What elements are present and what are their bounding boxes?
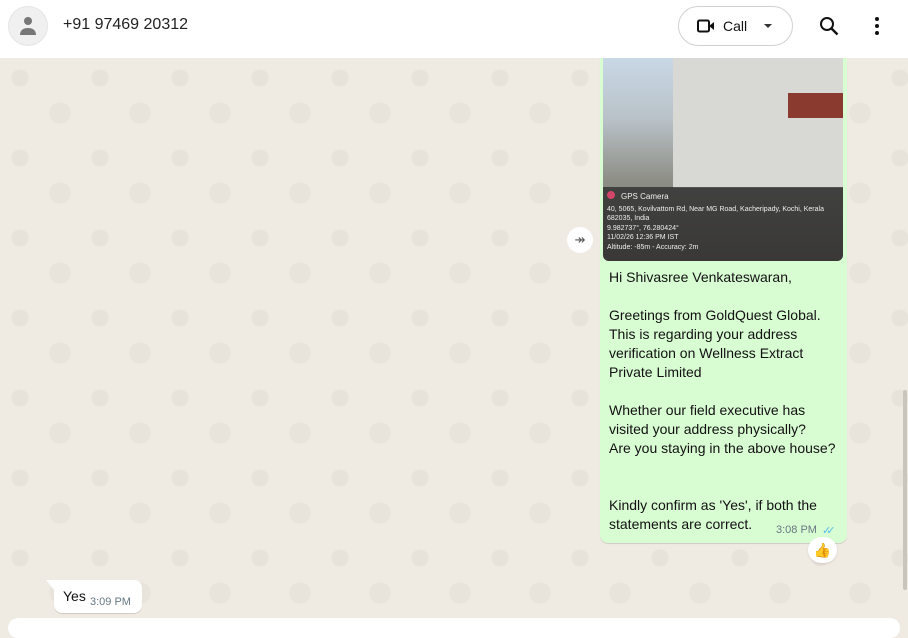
building bbox=[673, 58, 843, 188]
chat-header: +91 97469 20312 Call bbox=[0, 0, 908, 58]
contact-name[interactable]: +91 97469 20312 bbox=[63, 16, 188, 34]
forward-button[interactable]: ↠ bbox=[567, 227, 593, 253]
message-text: Hi Shivasree Venkateswaran, Greetings fr… bbox=[609, 269, 836, 532]
call-button[interactable]: Call bbox=[678, 6, 793, 46]
video-camera-icon bbox=[697, 19, 714, 33]
menu-button[interactable] bbox=[865, 14, 889, 38]
message-text: Yes bbox=[63, 588, 86, 604]
overlay-datetime: 11/02/26 12:36 PM IST bbox=[607, 234, 679, 241]
message-composer[interactable] bbox=[8, 618, 900, 638]
gps-camera-icon bbox=[607, 191, 615, 199]
search-button[interactable] bbox=[817, 14, 841, 38]
call-label: Call bbox=[723, 18, 748, 34]
overlay-altitude: Altitude: -85m - Accuracy: 2m bbox=[607, 243, 699, 251]
contact-avatar[interactable] bbox=[8, 6, 48, 46]
thumbs-up-icon: 👍 bbox=[813, 541, 832, 558]
overlay-address: 40, 5065, Kovilvattom Rd, Near MG Road, … bbox=[607, 205, 824, 223]
message-time: 3:09 PM bbox=[90, 596, 131, 608]
search-icon bbox=[820, 17, 839, 36]
gps-photo[interactable]: GPS Camera 40, 5065, Kovilvattom Rd, Nea… bbox=[603, 58, 843, 261]
overlay-app: GPS Camera bbox=[621, 192, 669, 201]
more-vertical-icon bbox=[875, 17, 879, 35]
reaction-badge[interactable]: 👍 bbox=[808, 537, 837, 563]
person-icon bbox=[20, 17, 36, 35]
awning bbox=[788, 93, 843, 118]
message-time: 3:08 PM bbox=[776, 524, 817, 536]
gps-overlay: GPS Camera 40, 5065, Kovilvattom Rd, Nea… bbox=[603, 187, 843, 261]
overlay-coords: 9.982737°, 76.280424° bbox=[607, 224, 679, 232]
bubble-tail bbox=[46, 580, 54, 590]
chevron-down-icon bbox=[764, 24, 773, 28]
forward-icon: ↠ bbox=[574, 232, 586, 247]
incoming-message[interactable]: Yes 3:09 PM bbox=[46, 580, 142, 613]
read-ticks-icon: ✓✓ bbox=[822, 525, 836, 537]
scrollbar[interactable] bbox=[903, 390, 907, 590]
